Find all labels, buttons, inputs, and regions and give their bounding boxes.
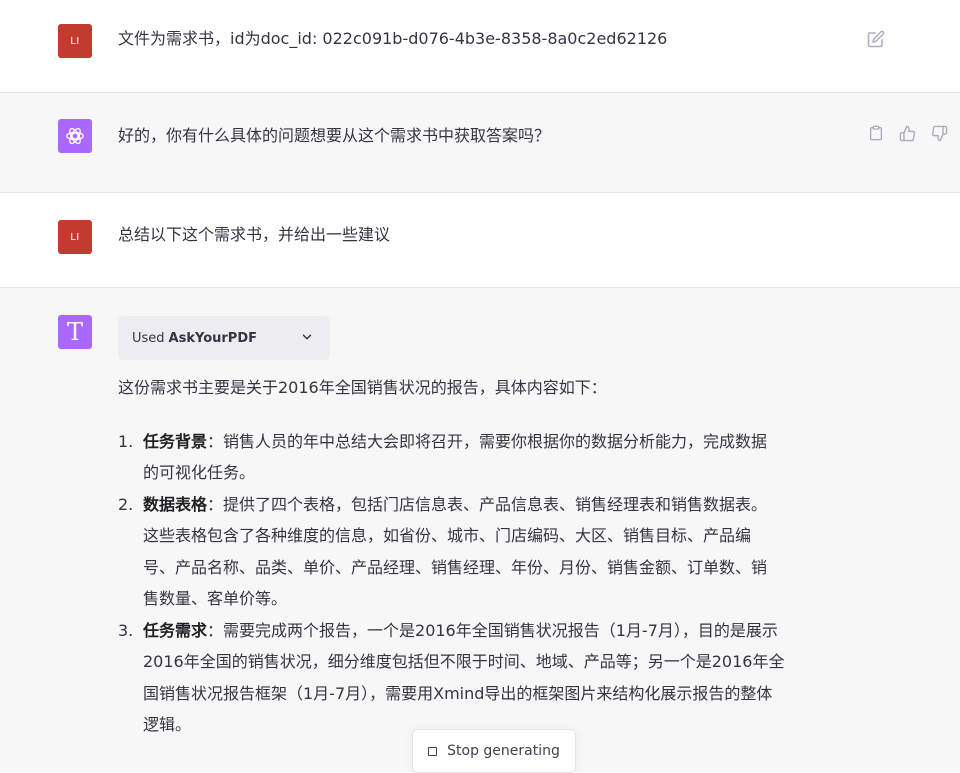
list-item-number: 1. xyxy=(118,431,134,451)
stop-generating-button[interactable]: Stop generating xyxy=(412,729,576,773)
chevron-down-icon xyxy=(300,330,314,348)
list-item: 3. 任务需求：需要完成两个报告，一个是2016年全国销售状况报告（1月-7月）… xyxy=(118,615,858,741)
list-item-line: ：提供了四个表格，包括门店信息表、产品信息表、销售经理表和销售数据表。 xyxy=(207,494,768,514)
plugin-used-label: Used xyxy=(132,330,165,346)
clipboard-icon[interactable] xyxy=(866,123,886,143)
list-item-line: ：需要完成两个报告，一个是2016年全国销售状况报告（1月-7月），目的是展示 xyxy=(207,620,778,640)
list-item: 2. 数据表格：提供了四个表格，包括门店信息表、产品信息表、销售经理表和销售数据… xyxy=(118,489,858,615)
list-item-line: 号、产品名称、品类、单价、产品经理、销售经理、年份、月份、销售金额、订单数、销 xyxy=(143,557,768,577)
user-message-text: 文件为需求书，id为doc_id: 022c091b-d076-4b3e-835… xyxy=(118,29,668,48)
assistant-answer: 这份需求书主要是关于2016年全国销售状况的报告，具体内容如下： 1. 任务背景… xyxy=(118,372,858,741)
list-item-line: 逻辑。 xyxy=(143,715,192,734)
list-item-number: 2. xyxy=(118,494,134,514)
list-item-number: 3. xyxy=(118,620,134,640)
list-item-title: 任务需求 xyxy=(143,620,208,640)
plugin-t-icon: T xyxy=(66,318,83,346)
list-item-title: 任务背景 xyxy=(143,431,208,451)
list-item: 1. 任务背景：销售人员的年中总结大会即将召开，需要你根据你的数据分析能力，完成… xyxy=(118,426,858,489)
list-item-line: 售数量、客单价等。 xyxy=(143,589,288,608)
user-message-text: 总结以下这个需求书，并给出一些建议 xyxy=(118,225,391,244)
assistant-avatar xyxy=(58,119,92,153)
plugin-name: AskYourPDF xyxy=(168,330,258,346)
user-avatar-initials: LI xyxy=(70,35,80,47)
assistant-message-text: 好的，你有什么具体的问题想要从这个需求书中获取答案吗？ xyxy=(118,126,551,145)
list-item-line: 的可视化任务。 xyxy=(143,463,256,482)
edit-icon[interactable] xyxy=(866,29,886,49)
thumbs-down-icon[interactable] xyxy=(929,123,949,143)
assistant-message-1: 好的，你有什么具体的问题想要从这个需求书中获取答案吗？ xyxy=(0,93,960,193)
list-item-line: 这些表格包含了各种维度的信息，如省份、城市、门店编码、大区、销售目标、产品编 xyxy=(143,526,752,545)
openai-logo-icon xyxy=(66,127,84,145)
answer-intro: 这份需求书主要是关于2016年全国销售状况的报告，具体内容如下： xyxy=(118,378,607,397)
thumbs-up-icon[interactable] xyxy=(897,123,917,143)
plugin-used-dropdown[interactable]: Used AskYourPDF xyxy=(118,316,330,360)
user-avatar: LI xyxy=(58,220,92,254)
stop-square-icon xyxy=(428,746,438,756)
answer-list: 1. 任务背景：销售人员的年中总结大会即将召开，需要你根据你的数据分析能力，完成… xyxy=(118,426,858,741)
user-message-1: LI 文件为需求书，id为doc_id: 022c091b-d076-4b3e-… xyxy=(0,0,960,93)
user-message-2: LI 总结以下这个需求书，并给出一些建议 xyxy=(0,193,960,288)
list-item-line: ：销售人员的年中总结大会即将召开，需要你根据你的数据分析能力，完成数据 xyxy=(207,431,768,451)
list-item-line: 国销售状况报告框架（1月-7月），需要用Xmind导出的框架图片来结构化展示报告… xyxy=(143,683,773,703)
stop-generating-label: Stop generating xyxy=(447,743,560,759)
user-avatar-initials: LI xyxy=(70,231,80,243)
user-avatar: LI xyxy=(58,24,92,58)
list-item-title: 数据表格 xyxy=(143,494,208,514)
list-item-line: 2016年全国的销售状况，细分维度包括但不限于时间、地域、产品等；另一个是201… xyxy=(143,652,785,671)
plugin-avatar: T xyxy=(58,315,92,349)
